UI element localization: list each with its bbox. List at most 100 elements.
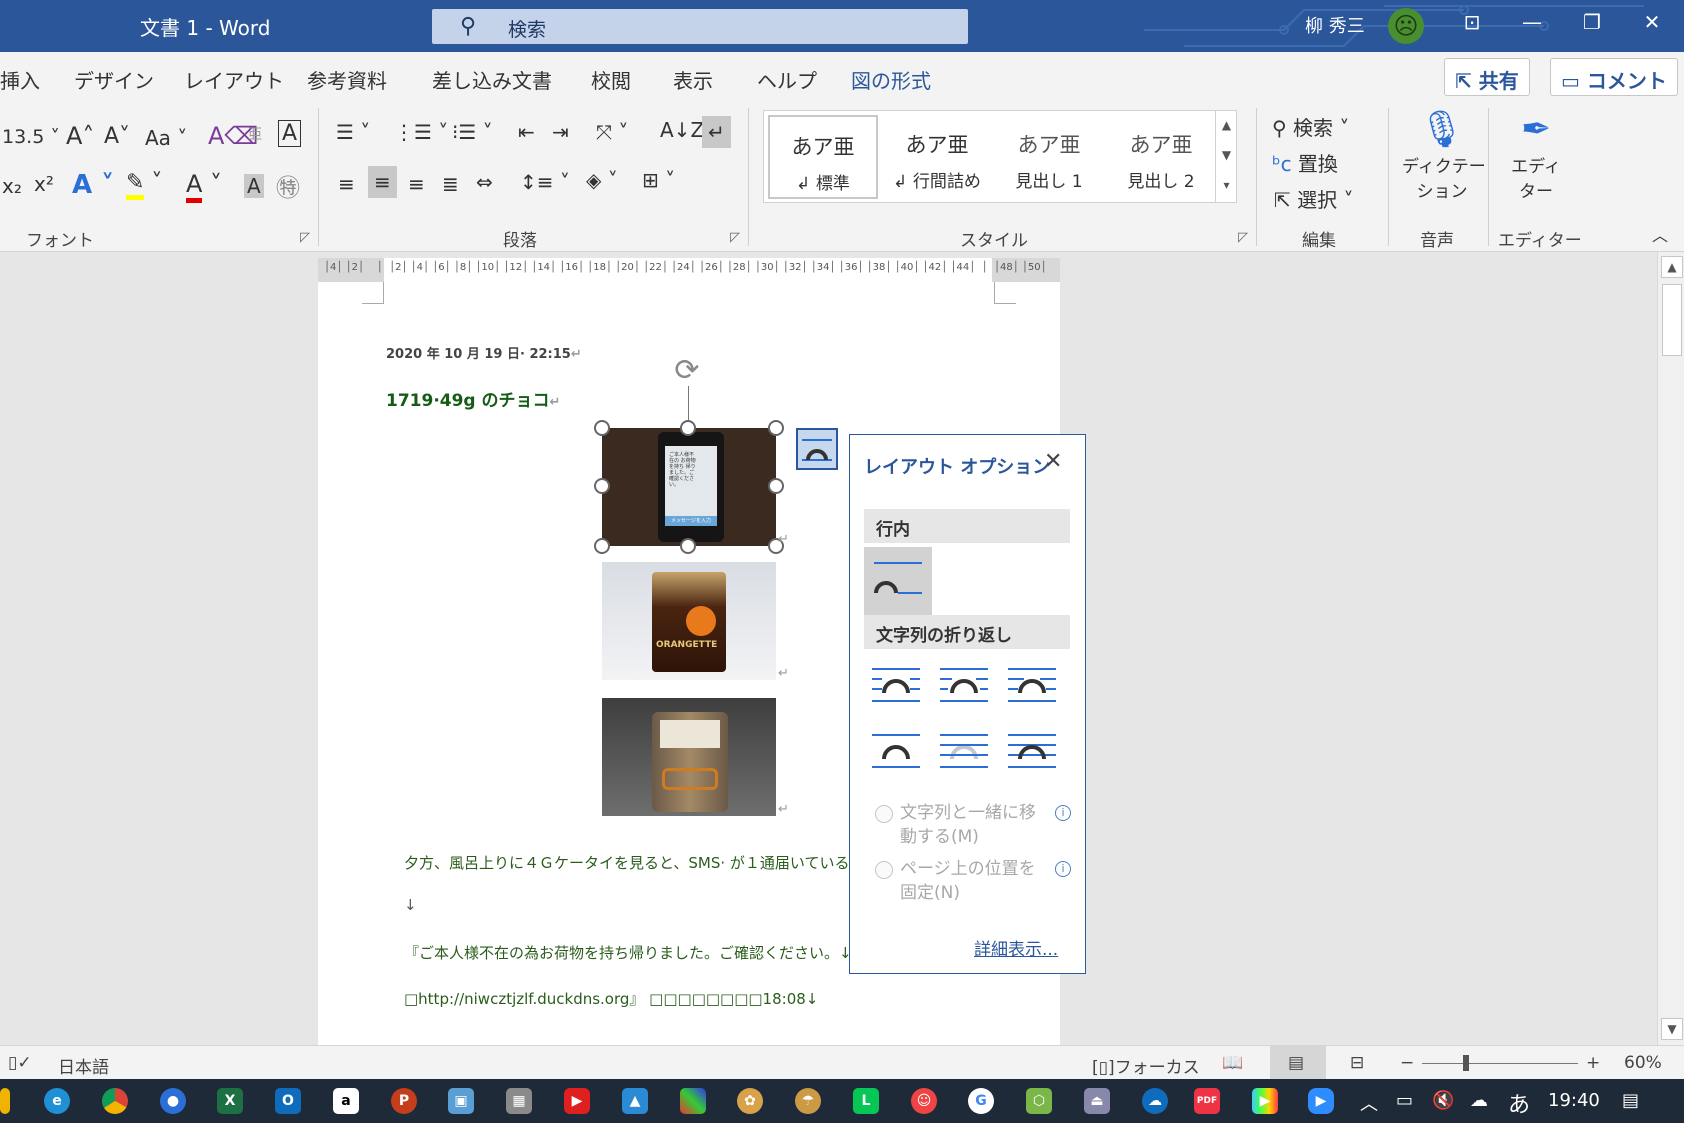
palette-icon[interactable]: ✿	[737, 1088, 763, 1114]
sort-icon[interactable]: A↓Z	[660, 118, 704, 142]
restore-button[interactable]: ❐	[1572, 10, 1612, 40]
styles-down-icon[interactable]: ▼	[1216, 140, 1237, 170]
enclose-characters-icon[interactable]: ㊕	[276, 168, 300, 203]
people-icon[interactable]: ●	[160, 1088, 186, 1114]
edge-icon[interactable]: e	[44, 1088, 70, 1114]
battery-icon[interactable]: ▭	[1396, 1090, 1413, 1111]
tab-insert[interactable]: 挿入	[0, 65, 40, 94]
character-border-icon[interactable]: A	[278, 120, 302, 147]
scroll-down-icon[interactable]: ▼	[1661, 1018, 1683, 1040]
scroll-thumb[interactable]	[1662, 284, 1682, 356]
rotate-handle-icon[interactable]: ⟳	[672, 356, 702, 386]
styles-scroll[interactable]: ▲ ▼ ▾	[1215, 110, 1237, 203]
superscript-icon[interactable]: x²	[34, 172, 54, 196]
style-heading-2[interactable]: あア亜 見出し 2	[1106, 115, 1216, 199]
minimize-button[interactable]: —	[1512, 10, 1552, 40]
app-icon[interactable]: ☂	[795, 1088, 821, 1114]
zoom-app-icon[interactable]: ▶	[1308, 1088, 1334, 1114]
change-case-button[interactable]: Aa ˅	[145, 126, 187, 150]
justify-icon[interactable]: ≣	[442, 172, 459, 196]
language-indicator[interactable]: 日本語	[58, 1053, 109, 1078]
tab-mailings[interactable]: 差し込み文書	[432, 65, 552, 94]
info-icon[interactable]: i	[1055, 861, 1071, 877]
app-icon[interactable]: ⬡	[1026, 1088, 1052, 1114]
layout-options-button[interactable]	[796, 428, 838, 470]
numbering-icon[interactable]: ⋮☰ ˅	[394, 120, 448, 144]
app-icon[interactable]: ▣	[448, 1088, 474, 1114]
borders-icon[interactable]: ⊞ ˅	[642, 168, 675, 192]
move-with-text-radio[interactable]	[875, 805, 893, 823]
share-button[interactable]: ⇱ 共有	[1444, 58, 1530, 96]
resize-handle-ne[interactable]	[768, 420, 784, 436]
phonetic-guide-icon[interactable]: 亜	[248, 124, 262, 144]
styles-more-icon[interactable]: ▾	[1216, 170, 1237, 200]
user-name[interactable]: 柳 秀三	[1305, 12, 1365, 38]
text-direction-icon[interactable]: ⤧ ˅	[596, 120, 628, 144]
font-color-icon[interactable]: A ˅	[186, 170, 222, 203]
replace-button[interactable]: ᵇc 置換	[1272, 148, 1338, 177]
tab-picture-format[interactable]: 図の形式	[851, 65, 931, 94]
chrome-icon[interactable]	[102, 1088, 128, 1114]
onedrive-icon[interactable]: ☁	[1142, 1088, 1168, 1114]
zoom-out-icon[interactable]: −	[1400, 1053, 1414, 1073]
highlight-icon[interactable]: ✎ ˅	[126, 170, 162, 200]
select-button[interactable]: ⇱ 選択 ˅	[1274, 184, 1353, 213]
app-icon[interactable]: ▦	[506, 1088, 532, 1114]
paint-icon[interactable]	[680, 1088, 706, 1114]
resize-handle-sw[interactable]	[594, 538, 610, 554]
cloud-icon[interactable]: ☁	[1470, 1090, 1488, 1111]
photos-icon[interactable]: ▲	[622, 1088, 648, 1114]
wrap-tight-icon[interactable]	[938, 665, 990, 707]
volume-muted-icon[interactable]: 🔇	[1432, 1090, 1454, 1111]
align-left-icon[interactable]: ≡	[338, 172, 355, 196]
amazon-icon[interactable]: a	[333, 1088, 359, 1114]
fix-position-radio[interactable]	[875, 861, 893, 879]
find-button[interactable]: ⚲ 検索 ˅	[1272, 112, 1349, 141]
character-shading-icon[interactable]: A	[244, 174, 264, 198]
web-layout-icon[interactable]: ⊟	[1350, 1053, 1364, 1073]
pdf-png-icon[interactable]: PDF	[1194, 1088, 1220, 1114]
font-size-box[interactable]: 13.5 ˅	[2, 126, 60, 148]
resize-handle-e[interactable]	[768, 478, 784, 494]
see-more-link[interactable]: 詳細表示...	[974, 935, 1058, 960]
text-effects-icon[interactable]: A ˅	[72, 170, 114, 200]
paragraph-dialog-launcher-icon[interactable]: ◸	[730, 230, 740, 245]
editor-button[interactable]: ✒ エディ ター	[1496, 108, 1576, 202]
tab-view[interactable]: 表示	[673, 65, 713, 94]
search-box[interactable]: ⚲ 検索	[432, 9, 968, 44]
zoom-level[interactable]: 60%	[1624, 1053, 1662, 1073]
close-button[interactable]: ✕	[1632, 10, 1672, 40]
tab-layout[interactable]: レイアウト	[184, 65, 284, 94]
show-hidden-icons-icon[interactable]: ︿	[1360, 1090, 1378, 1116]
tab-references[interactable]: 参考資料	[307, 65, 387, 94]
align-right-icon[interactable]: ≡	[408, 172, 425, 196]
zoom-slider[interactable]	[1422, 1063, 1578, 1064]
youtube-icon[interactable]: ▶	[564, 1088, 590, 1114]
comment-button[interactable]: ▭ コメント	[1550, 58, 1678, 96]
print-layout-icon[interactable]: ▤	[1288, 1053, 1304, 1073]
proofing-icon[interactable]: ▯✓	[8, 1053, 32, 1073]
align-center-icon[interactable]: ≡	[368, 166, 397, 198]
line-icon[interactable]: L	[853, 1088, 879, 1114]
google-icon[interactable]: G	[968, 1088, 994, 1114]
decrease-indent-icon[interactable]: ⇤	[518, 120, 535, 144]
container-image[interactable]	[602, 698, 776, 816]
font-dialog-launcher-icon[interactable]: ◸	[300, 230, 310, 245]
wrap-square-icon[interactable]	[870, 665, 922, 707]
collapse-ribbon-icon[interactable]: ︿	[1652, 222, 1668, 246]
wrap-in-front-icon[interactable]	[1006, 731, 1058, 773]
shading-icon[interactable]: ◈ ˅	[586, 168, 618, 192]
dictate-button[interactable]: 🎙 ディクテー ション	[1402, 108, 1486, 202]
wrap-behind-text-icon[interactable]	[938, 731, 990, 773]
resize-handle-s[interactable]	[680, 538, 696, 554]
zoom-slider-knob[interactable]	[1463, 1055, 1469, 1071]
tab-design[interactable]: デザイン	[74, 65, 154, 94]
clock[interactable]: 19:40	[1548, 1090, 1600, 1111]
grow-font-icon[interactable]: A˄	[66, 122, 94, 150]
excel-icon[interactable]: X	[217, 1088, 243, 1114]
style-heading-1[interactable]: あア亜 見出し 1	[994, 115, 1104, 199]
show-formatting-marks-icon[interactable]: ↵	[702, 116, 731, 148]
read-mode-icon[interactable]: 📖	[1222, 1053, 1243, 1073]
styles-dialog-launcher-icon[interactable]: ◸	[1238, 230, 1248, 245]
multilevel-list-icon[interactable]: ⁝☰ ˅	[452, 120, 493, 144]
